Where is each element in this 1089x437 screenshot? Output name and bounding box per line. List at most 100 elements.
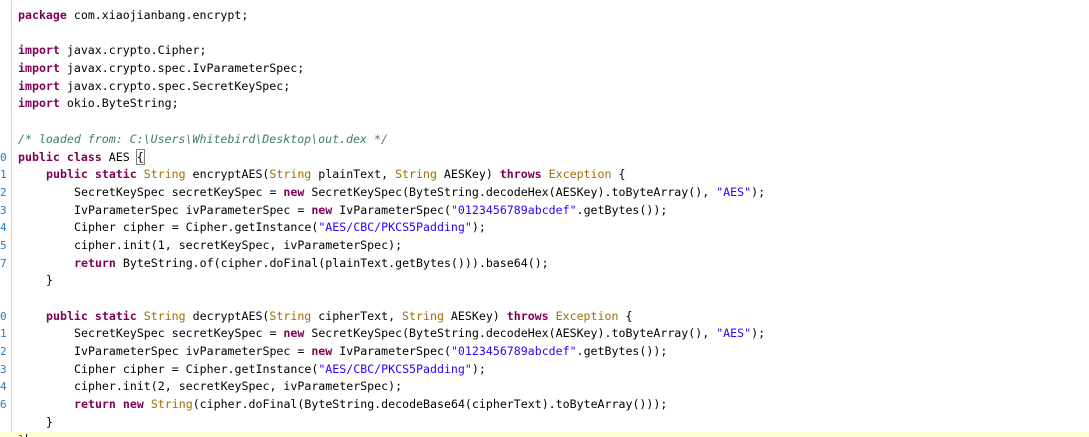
- code-token: return: [74, 397, 116, 412]
- code-text: package com.xiaojianbang.encrypt;: [18, 7, 248, 25]
- code-line[interactable]: import javax.crypto.spec.IvParameterSpec…: [0, 60, 1089, 78]
- code-line[interactable]: 4 Cipher cipher = Cipher.getInstance("AES…: [0, 219, 1089, 237]
- code-token: "AES/CBC/PKCS5Padding": [318, 361, 472, 376]
- code-line[interactable]: 5 cipher.init(1, secretKeySpec, ivParamet…: [0, 237, 1089, 255]
- code-line[interactable]: [0, 290, 1089, 308]
- code-line[interactable]: 2 SecretKeySpec secretKeySpec = new Secre…: [0, 184, 1089, 202]
- code-token: static: [94, 167, 137, 182]
- code-token: }: [46, 273, 53, 288]
- code-token: "AES": [716, 326, 752, 341]
- code-text: public class AES {: [18, 148, 145, 167]
- line-number: 4: [0, 221, 7, 235]
- code-token: AES: [101, 149, 137, 164]
- code-token: }: [18, 433, 25, 437]
- code-token: javax.crypto.Cipher;: [59, 43, 207, 58]
- code-token: .getBytes());: [576, 202, 668, 217]
- matched-brace: {: [135, 148, 145, 165]
- code-token: String: [402, 308, 444, 323]
- code-token: IvParameterSpec ivParameterSpec =: [74, 202, 312, 217]
- line-number: 4: [0, 380, 7, 394]
- code-text: }: [18, 414, 53, 432]
- code-token: /* loaded from: C:\Users\Whitebird\Deskt…: [18, 131, 388, 146]
- code-line[interactable]: 0 public class AES {: [0, 148, 1089, 167]
- code-token: package: [18, 8, 67, 22]
- code-token: public: [18, 149, 60, 164]
- code-line[interactable]: 4 cipher.init(2, secretKeySpec, ivParamet…: [0, 378, 1089, 396]
- code-line[interactable]: [0, 113, 1089, 131]
- code-token: javax.crypto.spec.SecretKeySpec;: [59, 78, 291, 93]
- code-text: IvParameterSpec ivParameterSpec = new Iv…: [18, 343, 667, 361]
- code-line[interactable]: [0, 25, 1089, 43]
- code-line[interactable]: }: [0, 414, 1089, 432]
- code-lines[interactable]: package com.xiaojianbang.encrypt; import …: [0, 7, 1089, 437]
- code-text: }: [18, 272, 53, 290]
- code-token: );: [751, 326, 766, 341]
- code-token: AESKey): [443, 308, 507, 323]
- code-token: String: [150, 397, 193, 412]
- code-text: Cipher cipher = Cipher.getInstance("AES/…: [18, 219, 486, 237]
- code-line[interactable]: 1 SecretKeySpec secretKeySpec = new Secre…: [0, 325, 1089, 343]
- code-token: cipher.init(2, secretKeySpec, ivParamete…: [74, 379, 403, 394]
- code-token: SecretKeySpec secretKeySpec =: [74, 326, 284, 341]
- code-token: SecretKeySpec(ByteString.decodeHex(AESKe…: [304, 184, 717, 199]
- code-line[interactable]: 1 public static String encryptAES(String …: [0, 166, 1089, 184]
- code-token: cipher.init(1, secretKeySpec, ivParamete…: [74, 237, 403, 252]
- code-text: return ByteString.of(cipher.doFinal(plai…: [18, 255, 549, 273]
- code-line[interactable]: }: [0, 431, 1089, 437]
- line-number: 1: [0, 168, 7, 182]
- code-text: cipher.init(1, secretKeySpec, ivParamete…: [18, 237, 402, 255]
- code-text: cipher.init(2, secretKeySpec, ivParamete…: [18, 378, 402, 396]
- code-token: class: [66, 149, 102, 164]
- code-line[interactable]: package com.xiaojianbang.encrypt;: [0, 7, 1089, 25]
- code-text: }: [18, 432, 27, 437]
- line-number: 1: [0, 327, 7, 341]
- code-token: new: [311, 202, 333, 217]
- code-line[interactable]: 6 return new String(cipher.doFinal(ByteSt…: [0, 396, 1089, 414]
- code-line[interactable]: import javax.crypto.spec.SecretKeySpec;: [0, 78, 1089, 96]
- code-token: AESKey): [436, 167, 500, 182]
- code-token: decryptAES(: [185, 308, 270, 323]
- line-number: 0: [0, 309, 7, 323]
- code-text: public static String encryptAES(String p…: [18, 166, 625, 184]
- code-token: throws: [499, 167, 542, 182]
- code-token: {: [611, 167, 626, 182]
- code-token: com.xiaojianbang.encrypt;: [66, 8, 249, 22]
- code-text: SecretKeySpec secretKeySpec = new Secret…: [18, 184, 765, 202]
- code-text: import javax.crypto.Cipher;: [18, 42, 206, 60]
- code-line[interactable]: /* loaded from: C:\Users\Whitebird\Deskt…: [0, 131, 1089, 149]
- code-token: );: [471, 361, 486, 376]
- text-caret: [25, 433, 27, 437]
- code-editor[interactable]: package com.xiaojianbang.encrypt; import …: [0, 0, 1089, 437]
- code-line[interactable]: 3 Cipher cipher = Cipher.getInstance("AES…: [0, 361, 1089, 379]
- code-line[interactable]: 3 IvParameterSpec ivParameterSpec = new I…: [0, 202, 1089, 220]
- code-token: );: [471, 220, 486, 235]
- code-line[interactable]: }: [0, 272, 1089, 290]
- code-text: SecretKeySpec secretKeySpec = new Secret…: [18, 325, 765, 343]
- code-line[interactable]: 7 return ByteString.of(cipher.doFinal(pla…: [0, 255, 1089, 273]
- code-token: public: [46, 167, 88, 182]
- code-token: "AES": [716, 184, 752, 199]
- code-token: );: [751, 184, 766, 199]
- code-text: return new String(cipher.doFinal(ByteStr…: [18, 396, 667, 414]
- code-line[interactable]: import javax.crypto.Cipher;: [0, 42, 1089, 60]
- code-token: javax.crypto.spec.IvParameterSpec;: [59, 61, 305, 76]
- code-line[interactable]: 0 public static String decryptAES(String …: [0, 308, 1089, 326]
- code-token: import: [18, 61, 60, 76]
- code-line[interactable]: import okio.ByteString;: [0, 95, 1089, 113]
- code-token: }: [46, 414, 53, 429]
- code-token: import: [18, 78, 60, 93]
- code-text: Cipher cipher = Cipher.getInstance("AES/…: [18, 361, 486, 379]
- code-line[interactable]: 2 IvParameterSpec ivParameterSpec = new I…: [0, 343, 1089, 361]
- line-number: 3: [0, 362, 7, 376]
- code-token: ByteString.of(cipher.doFinal(plainText.g…: [115, 255, 549, 270]
- code-text: /* loaded from: C:\Users\Whitebird\Deskt…: [18, 131, 388, 149]
- code-token: throws: [506, 308, 549, 323]
- code-token: cipherText,: [311, 308, 403, 323]
- code-token: String: [143, 308, 186, 323]
